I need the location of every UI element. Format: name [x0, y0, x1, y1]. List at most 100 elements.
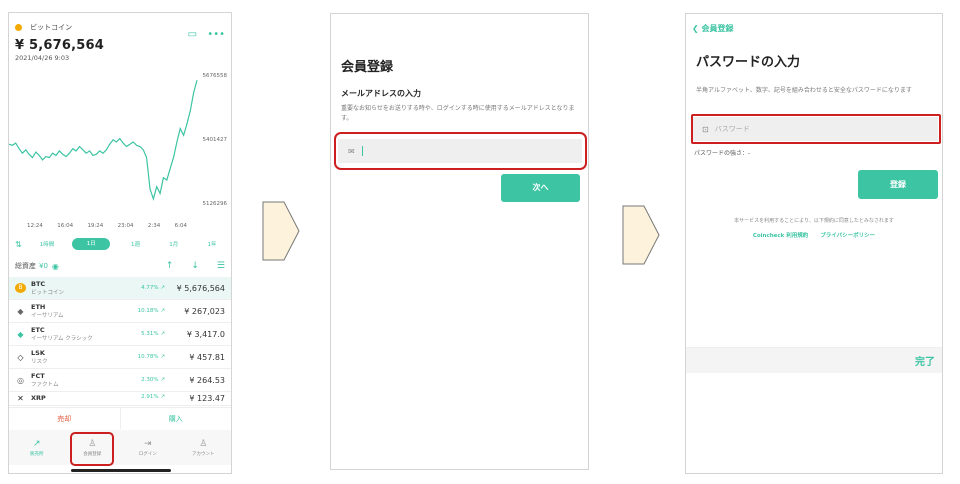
x-tick-label: 12:24 [27, 223, 43, 229]
back-button[interactable]: ❮ 会員登録 [692, 23, 734, 34]
list-item[interactable]: ◇ LSK リスク 10.78% ↗ ¥ 457.81 [9, 346, 231, 369]
description: 半角アルファベット、数字、記号を組み合わせると安全なパスワードになります [696, 87, 912, 94]
assets-label: 総資産 [15, 262, 36, 270]
coin-symbol: ETH [31, 303, 46, 311]
btc-icon: B [15, 283, 26, 293]
tab-register[interactable]: ♙ 会員登録 [65, 430, 121, 465]
tab-bar: ↗ 販売所 ♙ 会員登録 ⇥ ログイン ♙ アカウント [9, 430, 231, 465]
period-1m[interactable]: 1月 [161, 240, 187, 248]
chat-icon[interactable]: ▭ [188, 29, 197, 40]
etc-icon: ◆ [17, 329, 24, 339]
screen-password: ❮ 会員登録 パスワードの入力 半角アルファベット、数字、記号を組み合わせると安… [685, 13, 943, 474]
more-icon[interactable]: ••• [207, 29, 225, 40]
price-series-line [9, 80, 198, 201]
section-title: メールアドレスの入力 [341, 89, 421, 98]
price-date: 2021/04/26 9:03 [15, 54, 70, 62]
coin-symbol: LSK [31, 349, 45, 357]
coin-change: 10.18% ↗ [137, 308, 165, 314]
x-tick-label: 16:04 [57, 223, 74, 229]
coin-japanese-name: イーサリアム [31, 313, 64, 319]
period-1w[interactable]: 1週 [122, 240, 148, 248]
tab-exchange[interactable]: ↗ 販売所 [9, 430, 65, 465]
list-item[interactable]: B BTC ビットコイン 4.77% ↗ ¥ 5,676,564 [9, 277, 231, 300]
coin-symbol: ETC [31, 326, 45, 334]
next-button[interactable]: 次へ [501, 174, 580, 202]
chevron-left-icon: ❮ [692, 24, 699, 33]
coin-japanese-name: ファクトム [31, 382, 59, 388]
email-field[interactable]: ✉ [338, 139, 582, 163]
terms-link[interactable]: Coincheck 利用規約 [753, 231, 808, 239]
list-item[interactable]: ◆ ETC イーサリアム クラシック 5.31% ↗ ¥ 3,417.0 [9, 323, 231, 346]
assets-value: ¥0 [39, 262, 48, 270]
buy-button[interactable]: 購入 [121, 408, 232, 429]
x-tick-label: 6:04 [174, 223, 187, 229]
agreement-text: 本サービスを利用することにより、以下規約に同意したとみなされます [734, 218, 894, 224]
btc-coin-icon [15, 24, 22, 31]
list-icon[interactable]: ☰ [217, 261, 225, 271]
current-price: ¥ 5,676,564 [15, 38, 104, 53]
x-tick-label: 19:24 [87, 223, 104, 229]
coin-price: ¥ 267,023 [184, 306, 225, 316]
coin-price: ¥ 3,417.0 [186, 329, 225, 339]
arrow-down-icon[interactable]: ↓ [191, 261, 199, 271]
screen-email-registration: 会員登録 メールアドレスの入力 重要なお知らせをお送りする時や、ログインする時に… [330, 13, 589, 470]
lock-icon: ⊡ [702, 124, 709, 134]
sell-button[interactable]: 売却 [9, 408, 121, 429]
coin-name: ビットコイン [30, 23, 73, 32]
period-1h[interactable]: 1時間 [34, 240, 60, 248]
done-button[interactable]: 完了 [915, 353, 935, 368]
coin-change: 5.31% ↗ [141, 331, 165, 337]
list-item[interactable]: ✕ XRP 2.91% ↗ ¥ 123.47 [9, 392, 231, 406]
coin-japanese-name: ビットコイン [31, 290, 65, 296]
coin-price: ¥ 123.47 [189, 394, 225, 403]
coin-symbol: FCT [31, 372, 45, 380]
legal-links: Coincheck 利用規約 プライバシーポリシー [686, 231, 942, 239]
period-1y[interactable]: 1年 [199, 240, 225, 248]
flow-arrow-right-icon [262, 201, 300, 261]
coin-symbol: BTC [31, 280, 46, 288]
list-item[interactable]: ◆ ETH イーサリアム 10.18% ↗ ¥ 267,023 [9, 300, 231, 323]
keyboard-toolbar: 完了 [686, 347, 942, 373]
coin-japanese-name: リスク [31, 359, 48, 365]
tab-label: 販売所 [30, 451, 44, 457]
period-selector: ⇅ 1時間 1日 1週 1月 1年 [15, 237, 225, 251]
y-tick-label: 5401427 [202, 137, 228, 143]
coin-change: 2.30% ↗ [141, 377, 165, 383]
coin-change: 10.78% ↗ [137, 354, 165, 360]
password-input[interactable] [714, 125, 806, 133]
screen-exchange: ビットコイン ¥ 5,676,564 2021/04/26 9:03 ▭ •••… [8, 12, 232, 474]
back-label: 会員登録 [701, 24, 734, 33]
privacy-link[interactable]: プライバシーポリシー [820, 231, 875, 239]
arrow-up-icon[interactable]: ↑ [166, 261, 174, 271]
home-indicator [71, 469, 171, 472]
fct-icon: ◎ [17, 375, 24, 385]
tab-label: アカウント [192, 451, 215, 457]
list-item[interactable]: ◎ FCT ファクトム 2.30% ↗ ¥ 264.53 [9, 369, 231, 392]
eye-icon[interactable]: ◉ [52, 262, 59, 271]
trend-icon: ↗ [32, 438, 41, 449]
coin-price: ¥ 264.53 [189, 375, 225, 385]
tab-label: 会員登録 [83, 451, 102, 457]
flow-arrow-right-icon [622, 205, 660, 265]
coin-japanese-name: イーサリアム クラシック [31, 336, 93, 342]
period-1d[interactable]: 1日 [72, 238, 111, 250]
x-tick-label: 23:04 [117, 223, 134, 229]
coin-symbol: XRP [31, 394, 46, 402]
add-user-icon: ♙ [88, 438, 97, 449]
tab-login[interactable]: ⇥ ログイン [120, 430, 176, 465]
chart-type-icon[interactable]: ⇅ [15, 240, 22, 249]
coin-price: ¥ 457.81 [189, 352, 225, 362]
coin-price: ¥ 5,676,564 [176, 283, 225, 293]
password-field[interactable]: ⊡ [692, 117, 938, 141]
lsk-icon: ◇ [17, 352, 24, 362]
tab-account[interactable]: ♙ アカウント [176, 430, 232, 465]
coin-change: 2.91% ↗ [141, 394, 165, 400]
user-icon: ♙ [199, 438, 208, 449]
trade-bar: 売却 購入 [9, 407, 231, 429]
y-tick-label: 5676558 [202, 73, 228, 79]
register-button[interactable]: 登録 [858, 170, 938, 199]
x-axis-labels: 12:24 16:04 19:24 23:04 2:34 6:04 [27, 223, 187, 229]
page-title: パスワードの入力 [696, 55, 801, 70]
coin-change: 4.77% ↗ [141, 285, 165, 291]
total-assets: 総資産 ¥0 ◉ ↑ ↓ ☰ [15, 261, 225, 271]
